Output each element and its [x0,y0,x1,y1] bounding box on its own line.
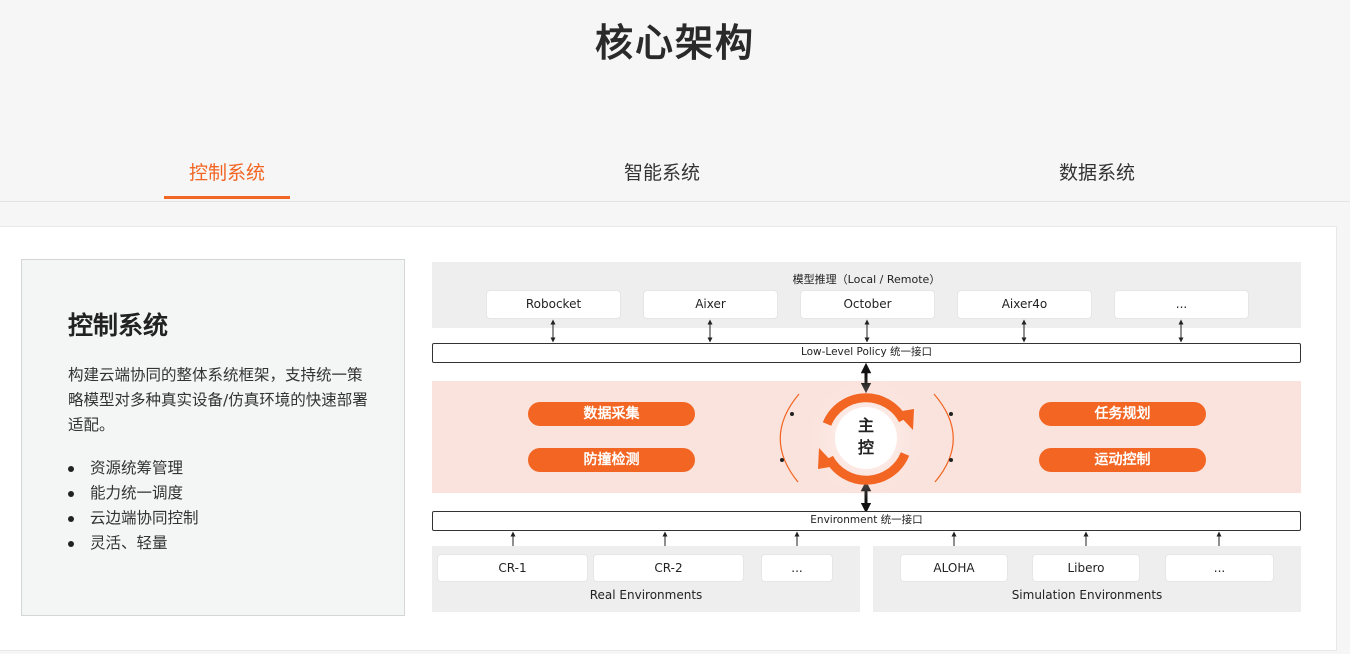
feature-item: 灵活、轻量 [68,531,199,556]
environment-box: CR-2 [594,555,743,581]
page-title: 核心架构 [594,21,755,65]
info-card: 控制系统 构建云端协同的整体系统框架，支持统一策略模型对多种真实设备/仿真环境的… [21,259,405,616]
environment-box: ... [762,555,832,581]
model-arrows [550,319,1184,343]
environment-interface-bar: Environment 统一接口 [432,511,1301,531]
feature-item: 资源统筹管理 [68,456,199,481]
main-control-label-bottom: 控 [858,438,874,457]
feature-item: 能力统一调度 [68,481,199,506]
active-tab-indicator [164,196,290,199]
card-description: 构建云端协同的整体系统框架，支持统一策略模型对多种真实设备/仿真环境的快速部署适… [68,366,368,434]
simulation-environments-label: Simulation Environments [1011,588,1163,602]
environment-box: Libero [1033,555,1139,581]
tab-control-system[interactable]: 控制系统 [164,158,290,200]
environment-box: ALOHA [901,555,1007,581]
feature-item: 云边端协同控制 [68,506,199,531]
environment-box: CR-1 [438,555,587,581]
feature-list: 资源统筹管理 能力统一调度 云边端协同控制 灵活、轻量 [68,456,199,556]
environment-box: ... [1166,555,1273,581]
tab-bar: 控制系统 智能系统 数据系统 [0,150,1350,202]
main-control-label-top: 主 [858,416,874,435]
architecture-diagram: 模型推理（Local / Remote） Robocket Aixer Octo… [432,262,1302,614]
tab-intelligent-system[interactable]: 智能系统 [600,158,724,200]
card-title: 控制系统 [68,311,169,340]
tab-data-system[interactable]: 数据系统 [1035,158,1159,200]
real-environments-label: Real Environments [589,588,703,602]
